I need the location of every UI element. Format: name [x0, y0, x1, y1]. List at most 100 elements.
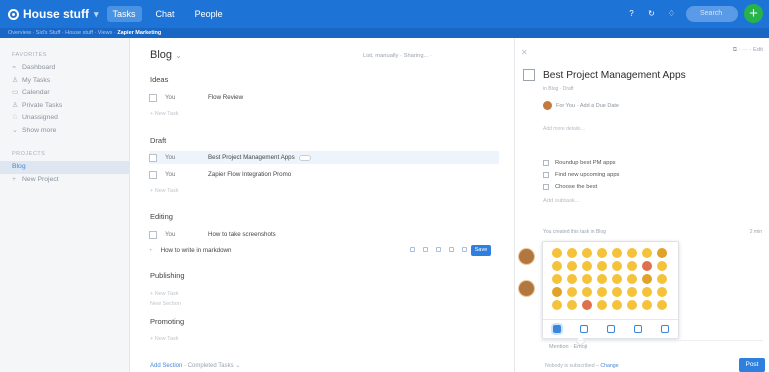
emoji-icon[interactable]	[641, 273, 652, 284]
sidebar-item-show-more[interactable]: ⌄ Show more	[0, 125, 129, 138]
emoji-icon[interactable]	[596, 299, 607, 310]
table-row[interactable]: You Zapier Flow Integration Promo	[149, 168, 499, 181]
task-checkbox[interactable]	[149, 93, 157, 102]
page-title[interactable]: Blog ⌄	[150, 49, 182, 61]
home-category-icon[interactable]	[633, 325, 642, 333]
add-button[interactable]: +	[744, 4, 763, 23]
new-section-label[interactable]: New Section	[150, 301, 181, 307]
emoji-icon[interactable]	[566, 273, 577, 284]
emoji-icon[interactable]	[596, 260, 607, 271]
task-assignee[interactable]: You	[165, 231, 208, 238]
emoji-icon[interactable]	[551, 247, 562, 258]
new-task-link[interactable]: + New Task	[150, 188, 179, 194]
people-category-icon[interactable]	[579, 325, 588, 333]
emoji-icon[interactable]	[626, 299, 637, 310]
sidebar-item-dashboard[interactable]: ⌁ Dashboard	[0, 62, 129, 75]
post-button[interactable]: Post	[739, 358, 765, 372]
emoji-icon[interactable]	[641, 260, 652, 271]
bell-icon[interactable]: ♢	[665, 7, 678, 20]
emoji-icon[interactable]	[611, 286, 622, 297]
emoji-icon[interactable]	[626, 286, 637, 297]
close-icon[interactable]: ✕	[521, 48, 528, 57]
table-row[interactable]: You Flow Review	[149, 91, 499, 104]
emoji-icon[interactable]	[596, 247, 607, 258]
assignee-label[interactable]: For You	[556, 103, 575, 109]
task-title[interactable]: Flow Review	[208, 94, 243, 101]
emoji-icon[interactable]	[656, 273, 667, 284]
emoji-icon[interactable]	[656, 247, 667, 258]
sidebar-item-my-tasks[interactable]: ♙ My Tasks	[0, 75, 129, 88]
checklist-item[interactable]: Roundup best PM apps	[543, 160, 616, 166]
emoji-icon[interactable]	[656, 260, 667, 271]
edit-button[interactable]: Edit	[753, 47, 763, 53]
emoji-icon[interactable]	[641, 247, 652, 258]
link-icon[interactable]: ⧉	[733, 47, 737, 53]
emoji-icon[interactable]	[551, 286, 562, 297]
bell-category-icon[interactable]	[606, 325, 615, 333]
emoji-icon[interactable]	[566, 247, 577, 258]
change-subscribers-link[interactable]: Change	[600, 363, 618, 369]
emoji-icon[interactable]	[626, 260, 637, 271]
section-publishing[interactable]: Publishing	[150, 271, 185, 280]
task-title[interactable]: How to take screenshots	[208, 231, 276, 238]
section-ideas[interactable]: Ideas	[150, 75, 168, 84]
section-draft[interactable]: Draft	[150, 136, 166, 145]
table-row[interactable]: You How to take screenshots	[149, 228, 499, 241]
task-title[interactable]: Zapier Flow Integration Promo	[208, 171, 291, 178]
emoji-icon[interactable]	[551, 299, 562, 310]
sidebar-item-unassigned[interactable]: ♘ Unassigned	[0, 112, 129, 125]
task-checkbox[interactable]	[149, 153, 157, 162]
tab-tasks[interactable]: Tasks	[106, 6, 142, 22]
smiley-category-icon[interactable]	[552, 325, 561, 333]
new-task-link[interactable]: + New Task	[150, 111, 179, 117]
description-field[interactable]: Add more details…	[543, 126, 586, 132]
sidebar-item-calendar[interactable]: ▭ Calendar	[0, 87, 129, 100]
symbols-category-icon[interactable]	[660, 325, 669, 333]
new-task-editor[interactable]: + How to write in markdown Save	[149, 244, 499, 257]
emoji-icon[interactable]	[626, 247, 637, 258]
emoji-icon[interactable]	[581, 286, 592, 297]
checklist-checkbox[interactable]	[543, 172, 549, 178]
refresh-icon[interactable]: ↻	[645, 7, 658, 20]
emoji-icon[interactable]	[611, 260, 622, 271]
completed-tasks-link[interactable]: Completed Tasks	[188, 363, 234, 369]
chevron-down-icon[interactable]: ▾	[94, 9, 99, 20]
comment-tools[interactable]: Mention · Emoji	[549, 344, 587, 350]
breadcrumb-path[interactable]: Overview · Sid's Stuff · House stuff · V…	[8, 30, 116, 36]
table-row[interactable]: You Best Project Management Apps	[149, 151, 499, 164]
new-task-input[interactable]: How to write in markdown	[161, 247, 232, 254]
checklist-item[interactable]: Choose the best	[543, 184, 597, 190]
emoji-icon[interactable]	[581, 260, 592, 271]
emoji-icon[interactable]	[566, 286, 577, 297]
search-input[interactable]: Search	[686, 5, 738, 22]
more-icon[interactable]: ···	[742, 47, 748, 53]
emoji-icon[interactable]	[581, 247, 592, 258]
tab-people[interactable]: People	[189, 6, 229, 22]
checklist-item[interactable]: Find new upcoming apps	[543, 172, 619, 178]
due-date-link[interactable]: Add a Due Date	[580, 103, 619, 109]
tag-icon[interactable]	[436, 247, 441, 252]
list-toolbar[interactable]: List, manually · Sharing... ·	[363, 53, 432, 59]
new-task-link[interactable]: + New Task	[150, 336, 179, 342]
checklist-checkbox[interactable]	[543, 184, 549, 190]
app-logo[interactable]: House stuff ▾	[8, 7, 99, 21]
sidebar-item-private-tasks[interactable]: ♙ Private Tasks	[0, 100, 129, 113]
task-assignee[interactable]: You	[165, 171, 208, 178]
emoji-icon[interactable]	[656, 299, 667, 310]
emoji-icon[interactable]	[626, 273, 637, 284]
emoji-icon[interactable]	[641, 299, 652, 310]
emoji-icon[interactable]	[551, 260, 562, 271]
task-title[interactable]: Best Project Management Apps	[543, 70, 686, 81]
emoji-icon[interactable]	[611, 299, 622, 310]
task-checkbox[interactable]	[149, 170, 157, 179]
emoji-icon[interactable]	[566, 299, 577, 310]
emoji-icon[interactable]	[611, 273, 622, 284]
emoji-icon[interactable]	[581, 273, 592, 284]
emoji-icon[interactable]	[641, 286, 652, 297]
emoji-icon[interactable]	[611, 247, 622, 258]
add-section-link[interactable]: Add Section	[150, 363, 182, 369]
emoji-icon[interactable]	[581, 299, 592, 310]
emoji-icon[interactable]	[656, 286, 667, 297]
save-button[interactable]: Save	[471, 245, 491, 256]
section-promoting[interactable]: Promoting	[150, 317, 184, 326]
